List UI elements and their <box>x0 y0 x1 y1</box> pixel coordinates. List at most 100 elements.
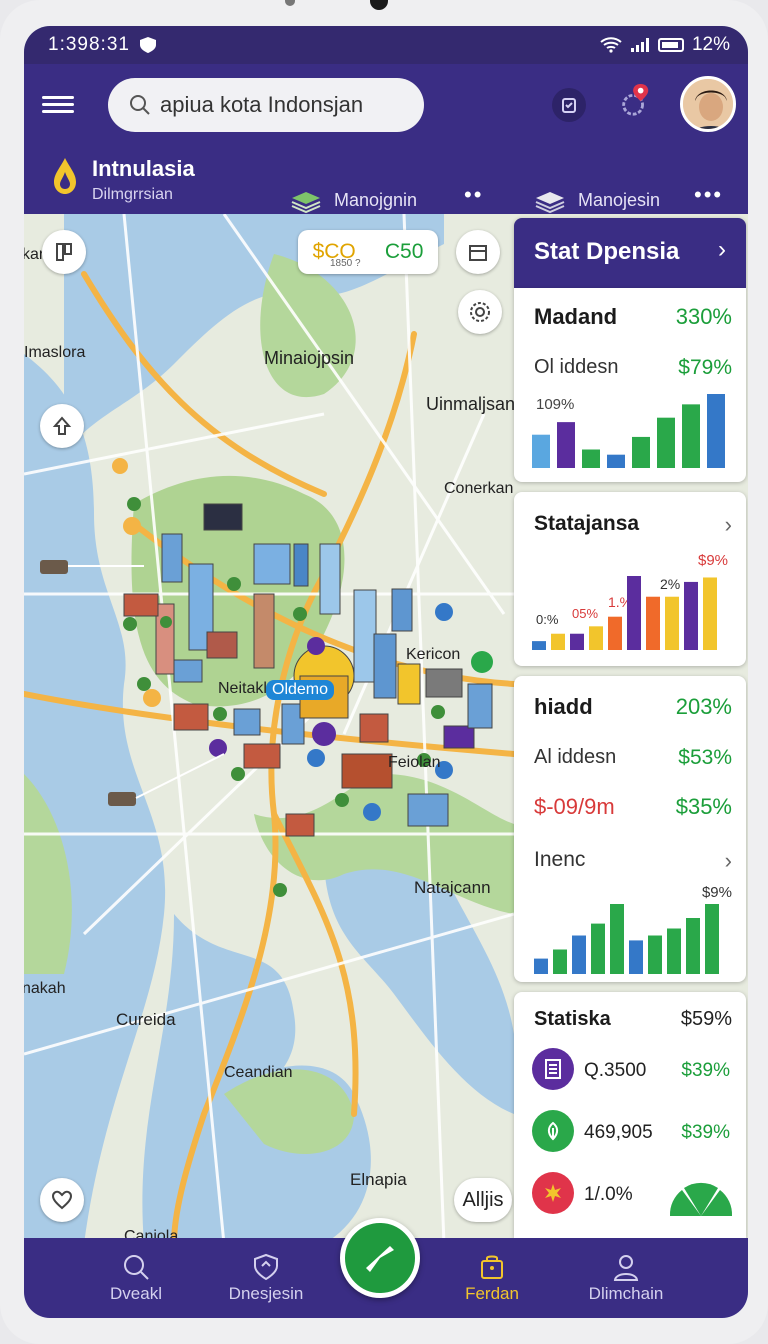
tab-explore-label: Dveakl <box>110 1284 162 1303</box>
card1-row-label: Ol iddesn <box>534 356 619 378</box>
search-bar[interactable]: apiua kota Indonsjan <box>108 78 424 132</box>
location-settings-button[interactable] <box>618 84 652 118</box>
more-dots-icon[interactable]: •• <box>464 182 483 208</box>
locate-button[interactable] <box>40 404 84 448</box>
stat-card-statajansa[interactable]: Statajansa › $9% 2% 1.% 05% 0:% <box>514 492 746 666</box>
tab-saved-label: Dnesjesin <box>228 1284 304 1303</box>
nav-link-1[interactable]: Manojgnin <box>290 186 417 214</box>
chart-bar <box>707 394 725 468</box>
pie-chart-icon <box>669 1182 733 1216</box>
stat-card-statiska[interactable]: Statiska $59% Q.3500 $39% 469,905 $39% 1/… <box>514 992 746 1238</box>
chart-bar <box>582 449 600 468</box>
navigate-fab-button[interactable] <box>340 1218 420 1298</box>
card4-title: Statiska <box>534 1008 611 1030</box>
tab-ferdan[interactable]: Ferdan <box>432 1250 552 1304</box>
price-chip[interactable]: $CO C50 <box>298 230 438 274</box>
price-chip-small: 1850 ? <box>330 258 361 269</box>
chart-bar <box>686 918 700 974</box>
chart-bar <box>629 940 643 974</box>
layers-button[interactable] <box>42 230 86 274</box>
tab-profile[interactable]: Dlimchain <box>566 1250 686 1304</box>
card2-label-1: $9% <box>698 552 729 569</box>
search-icon <box>130 95 150 115</box>
brand-subtitle: Dilmgrrsian <box>92 186 173 203</box>
chart-bar <box>572 935 586 974</box>
chart-bar <box>703 577 717 650</box>
chart-bar <box>610 904 624 974</box>
drop-logo-icon <box>54 158 76 194</box>
favorite-button[interactable] <box>40 1178 84 1222</box>
map-label-oldemo[interactable]: Oldemo <box>266 680 335 700</box>
map-label-kericon: Kericon <box>406 646 461 663</box>
card3-bar-chart <box>534 904 719 974</box>
card3-row2-label: $-09/9m <box>534 794 615 819</box>
notes-button[interactable] <box>552 88 586 122</box>
chart-bar <box>607 454 625 468</box>
leaf-icon <box>532 1110 574 1152</box>
card1-title: Madand <box>534 304 618 329</box>
stat-card-hiadd[interactable]: hiadd 203% Al iddesn $53% $-09/9m $35% Inen… <box>514 676 746 982</box>
signal-icon <box>630 38 649 52</box>
stat-card-madand[interactable]: Madand 330% Ol iddesn $79% 109% <box>514 288 746 482</box>
nav-link-2-label: Manojesin <box>578 189 661 210</box>
map-label-natajcann: Natajcann <box>414 878 491 897</box>
card4-row2-label: 469,905 <box>584 1122 653 1143</box>
chevron-right-icon: › <box>724 512 732 537</box>
document-icon <box>532 1048 574 1090</box>
heart-icon <box>51 1190 73 1210</box>
alljis-chip[interactable]: Alljis <box>454 1178 512 1222</box>
card2-title: Statajansa <box>534 512 640 535</box>
clipboard-icon <box>562 98 576 113</box>
search-input-text[interactable]: apiua kota Indonsjan <box>160 92 363 118</box>
card3-row1-label: Al iddesn <box>534 746 617 768</box>
chart-bar <box>589 626 603 650</box>
calendar-button[interactable] <box>456 230 500 274</box>
tab-saved[interactable]: Dnesjesin <box>206 1250 326 1304</box>
tab-profile-label: Dlimchain <box>588 1284 664 1303</box>
chart-bar <box>591 923 605 974</box>
card3-row1-value: $53% <box>678 746 732 769</box>
card4-title-value: $59% <box>680 1008 732 1030</box>
layers-icon <box>535 192 565 214</box>
nav-link-1-label: Manojgnin <box>334 189 418 210</box>
card1-bar-chart <box>532 394 725 468</box>
card1-row-value: $79% <box>678 356 732 379</box>
chart-bar <box>532 641 546 650</box>
card3-sub-title: Inenc <box>534 848 586 871</box>
chart-bar <box>608 616 622 650</box>
map-label-minaiojpsin: Minaiojpsin <box>264 348 355 368</box>
chart-bar <box>557 422 575 468</box>
chart-bar <box>646 596 660 650</box>
top-pin <box>285 0 295 6</box>
map-label-elnapia: Elnapia <box>350 1170 407 1189</box>
card3-title-value: 203% <box>675 694 732 719</box>
more-dots-icon[interactable]: ••• <box>694 182 723 208</box>
navigation-arrow-icon <box>366 1246 394 1272</box>
hamburger-menu-icon[interactable] <box>42 92 74 118</box>
map-label-cureida: Cureida <box>116 1010 176 1029</box>
chevron-right-icon: › <box>718 236 726 263</box>
stats-panel-header[interactable]: Stat Dpensia › <box>514 218 746 288</box>
user-avatar[interactable] <box>680 76 736 132</box>
arrow-up-icon <box>52 416 72 435</box>
nav-link-2[interactable]: Manojesin <box>534 186 660 214</box>
card4-row3-label: 1/.0% <box>584 1184 633 1205</box>
card3-title: hiadd <box>534 694 593 719</box>
settings-button[interactable] <box>458 290 502 334</box>
chart-bar <box>551 633 565 650</box>
phone-frame: karik Imaslora Minaiojpsin Uinmaljsan Co… <box>0 0 768 1344</box>
chart-bar <box>665 596 679 650</box>
brand-block: Intnulasia Dilmgrrsian <box>52 156 195 204</box>
burst-icon <box>532 1172 574 1214</box>
map-layers-icon <box>56 243 72 261</box>
chart-bar <box>553 949 567 974</box>
stack-icon <box>291 192 321 214</box>
tab-ferdan-label: Ferdan <box>465 1284 519 1303</box>
chart-bar <box>570 633 584 650</box>
map-label-ceandian: Ceandian <box>224 1064 293 1081</box>
camera-notch <box>370 0 388 10</box>
user-icon <box>613 1255 639 1281</box>
status-time: 1:398:31 <box>48 34 130 55</box>
map-label-conerkan: Conerkan <box>444 480 514 497</box>
tab-explore[interactable]: Dveakl <box>76 1250 196 1304</box>
